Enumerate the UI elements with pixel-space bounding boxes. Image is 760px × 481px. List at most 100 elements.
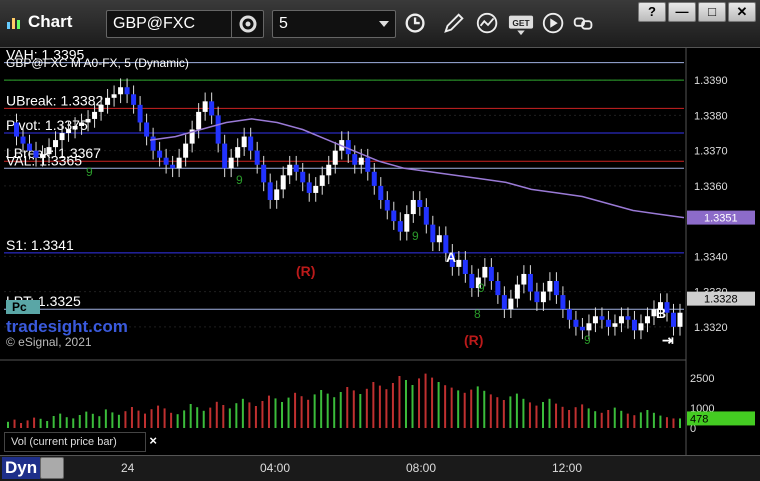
sequence-count: 9 [236, 173, 243, 187]
candle-body [267, 182, 273, 200]
volume-badge-label: 478 [690, 413, 708, 425]
price-tick-label: 1.3320 [694, 322, 728, 334]
candle-body [98, 104, 104, 112]
candle-body [579, 326, 585, 331]
candle-body [313, 185, 319, 193]
clock-button[interactable] [402, 10, 430, 38]
candle-body [40, 154, 46, 158]
maximize-button[interactable]: □ [698, 2, 726, 22]
candle-body [352, 154, 358, 165]
candle-body [319, 175, 325, 186]
candle-body [508, 298, 514, 310]
time-label-0400: 04:00 [260, 461, 291, 475]
minimize-button[interactable]: — [668, 2, 696, 22]
candle-body [456, 259, 462, 267]
candle-body [170, 164, 176, 169]
bottom-bar [0, 455, 760, 481]
study-icon [476, 12, 498, 34]
help-button[interactable]: ? [638, 2, 666, 22]
candle-body [131, 94, 137, 105]
volume-pane-title: Vol (current price bar) [11, 436, 117, 448]
candle-body [436, 235, 442, 243]
sequence-count: 9 [478, 281, 485, 295]
volume-pane-label[interactable]: Vol (current price bar) × [4, 432, 157, 452]
chart-toolbar: Chart GBP@FXC 5 GET ? — □ ✕ [0, 0, 760, 48]
chart-area[interactable]: VAH: 1.3395 UBreak: 1.3382 Pivot: 1.3375 LB… [0, 47, 760, 481]
sequence-count: 9 [584, 333, 591, 347]
marker-a: A [446, 249, 456, 265]
get-icon: GET [508, 15, 534, 36]
candle-body [306, 182, 312, 193]
link-button[interactable] [570, 10, 598, 38]
candle-body [501, 295, 507, 310]
pencil-icon [444, 13, 464, 33]
candle-body [293, 164, 299, 172]
candle-body [430, 224, 436, 243]
candle-body [612, 323, 618, 327]
chevron-down-icon [379, 21, 389, 27]
price-badge-label: 1.3328 [704, 294, 738, 306]
price-tick-label: 1.3370 [694, 146, 728, 158]
candle-body [547, 281, 553, 292]
chart-canvas[interactable]: VAH: 1.3395UBreak: 1.3382Pivot: 1.3375LB… [0, 47, 760, 481]
candle-body [618, 316, 624, 324]
candle-body [300, 171, 306, 183]
sequence-count: 9 [86, 165, 93, 179]
close-icon[interactable]: × [149, 432, 157, 450]
dyn-button[interactable]: Dyn [2, 457, 40, 479]
candle-body [514, 284, 520, 299]
close-button[interactable]: ✕ [728, 2, 756, 22]
candle-body [53, 140, 59, 148]
sequence-count: 8 [474, 307, 481, 321]
get-data-button[interactable]: GET [506, 10, 536, 38]
draw-button[interactable] [440, 10, 468, 38]
level-label: UBreak: 1.3382 [6, 92, 103, 108]
candle-body [644, 316, 650, 324]
watermark-copyright: © eSignal, 2021 [6, 335, 92, 349]
window-controls: ? — □ ✕ [638, 2, 756, 22]
candle-body [241, 136, 247, 148]
studies-button[interactable] [474, 10, 502, 38]
time-label-0800: 08:00 [406, 461, 437, 475]
candle-body [72, 125, 78, 130]
play-button[interactable] [540, 10, 568, 38]
interval-value: 5 [279, 15, 288, 32]
symbol-value: GBP@FXC [113, 15, 196, 32]
candle-body [33, 150, 39, 158]
symbol-input[interactable]: GBP@FXC [106, 10, 264, 38]
chart-icon [7, 18, 20, 29]
candle-body [105, 97, 111, 105]
candle-body [209, 101, 215, 116]
cursor-mode-icon[interactable] [40, 457, 64, 479]
candle-body [274, 189, 280, 200]
candle-body [527, 273, 533, 292]
candle-body [326, 164, 332, 176]
level-label: S1: 1.3341 [6, 237, 74, 253]
candle-body [79, 122, 85, 126]
candle-body [228, 157, 234, 169]
candle-body [482, 266, 488, 278]
window-title-text: Chart [28, 12, 73, 31]
candle-body [222, 143, 228, 169]
candle-body [495, 281, 501, 296]
clock-icon [405, 13, 425, 33]
candle-body [196, 111, 202, 130]
candle-body [20, 136, 26, 144]
candle-body [417, 199, 423, 208]
candle-body [92, 111, 98, 119]
candle-body [215, 115, 221, 144]
reversal-marker: (R) [296, 263, 315, 279]
candle-body [332, 150, 338, 165]
go-to-end-icon: ⇥ [662, 332, 674, 348]
candle-body [163, 157, 169, 165]
candle-body [384, 199, 390, 211]
candle-body [124, 87, 130, 95]
price-tick-label: 1.3390 [694, 75, 728, 87]
symbol-caption: GBP@FXC M A0-FX, 5 (Dynamic) [6, 56, 189, 70]
candle-body [560, 295, 566, 310]
candle-body [462, 259, 468, 274]
interval-select[interactable]: 5 [272, 10, 396, 38]
candle-body [599, 316, 605, 320]
candle-body [423, 207, 429, 225]
symbol-settings-icon[interactable] [231, 11, 263, 37]
